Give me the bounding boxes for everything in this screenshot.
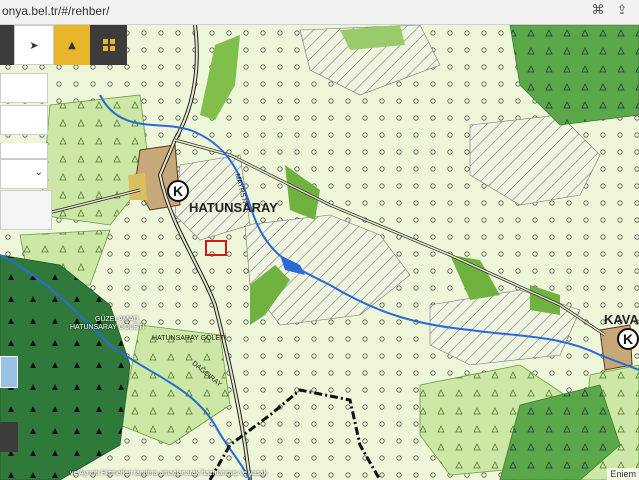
lake-label-hatunsaray-2: HATUNSARAY GÖLETİ [152, 335, 227, 342]
locate-arrow-icon: ➤ [29, 38, 39, 52]
browser-address-bar[interactable]: onya.bel.tr/#/rehber/ ⌘ ⇪ [0, 0, 639, 25]
locate-button[interactable]: ➤ [14, 25, 54, 65]
map-layer [0, 25, 639, 480]
place-label-kava: KAVA [604, 312, 639, 327]
basemap-thumbnail[interactable] [0, 356, 18, 388]
lake-label-upper: GÜZELAMAD [95, 316, 139, 323]
place-label-hatunsaray: HATUNSARAY [189, 200, 278, 215]
lake-label-hatunsaray: HATUNSARAY GÖLETİ [70, 324, 145, 331]
map-canvas[interactable]: HATUNSARAY KAVA GÜZELAMAD HATUNSARAY GÖL… [0, 25, 639, 480]
panel-footer [0, 190, 52, 230]
chevron-down-icon: ⌄ [34, 167, 43, 178]
layers-button[interactable] [90, 25, 127, 65]
side-control-button[interactable] [0, 422, 18, 452]
grid-icon [102, 39, 115, 51]
k-marker-hatunsaray[interactable]: K [167, 180, 189, 202]
search-input-2[interactable] [0, 105, 48, 135]
map-attribution[interactable]: Eniem [607, 468, 639, 480]
translate-icon[interactable]: ⌘ [590, 3, 606, 19]
share-icon[interactable]: ⇪ [614, 3, 630, 19]
district-select[interactable]: ⌄ [0, 159, 48, 189]
collapse-button[interactable]: ▲ [54, 25, 90, 65]
chevron-up-icon: ▲ [68, 39, 76, 51]
map-footer-text: ve Ayrıntı Hizmetleri tanıtma amaçlanara… [70, 470, 268, 477]
k-marker-kava[interactable]: K [617, 328, 639, 350]
panel-spacer [0, 143, 48, 159]
search-input-1[interactable] [0, 73, 48, 103]
toolbar-panel-toggle[interactable] [0, 25, 14, 65]
url-text[interactable]: onya.bel.tr/#/rehber/ [2, 4, 109, 18]
